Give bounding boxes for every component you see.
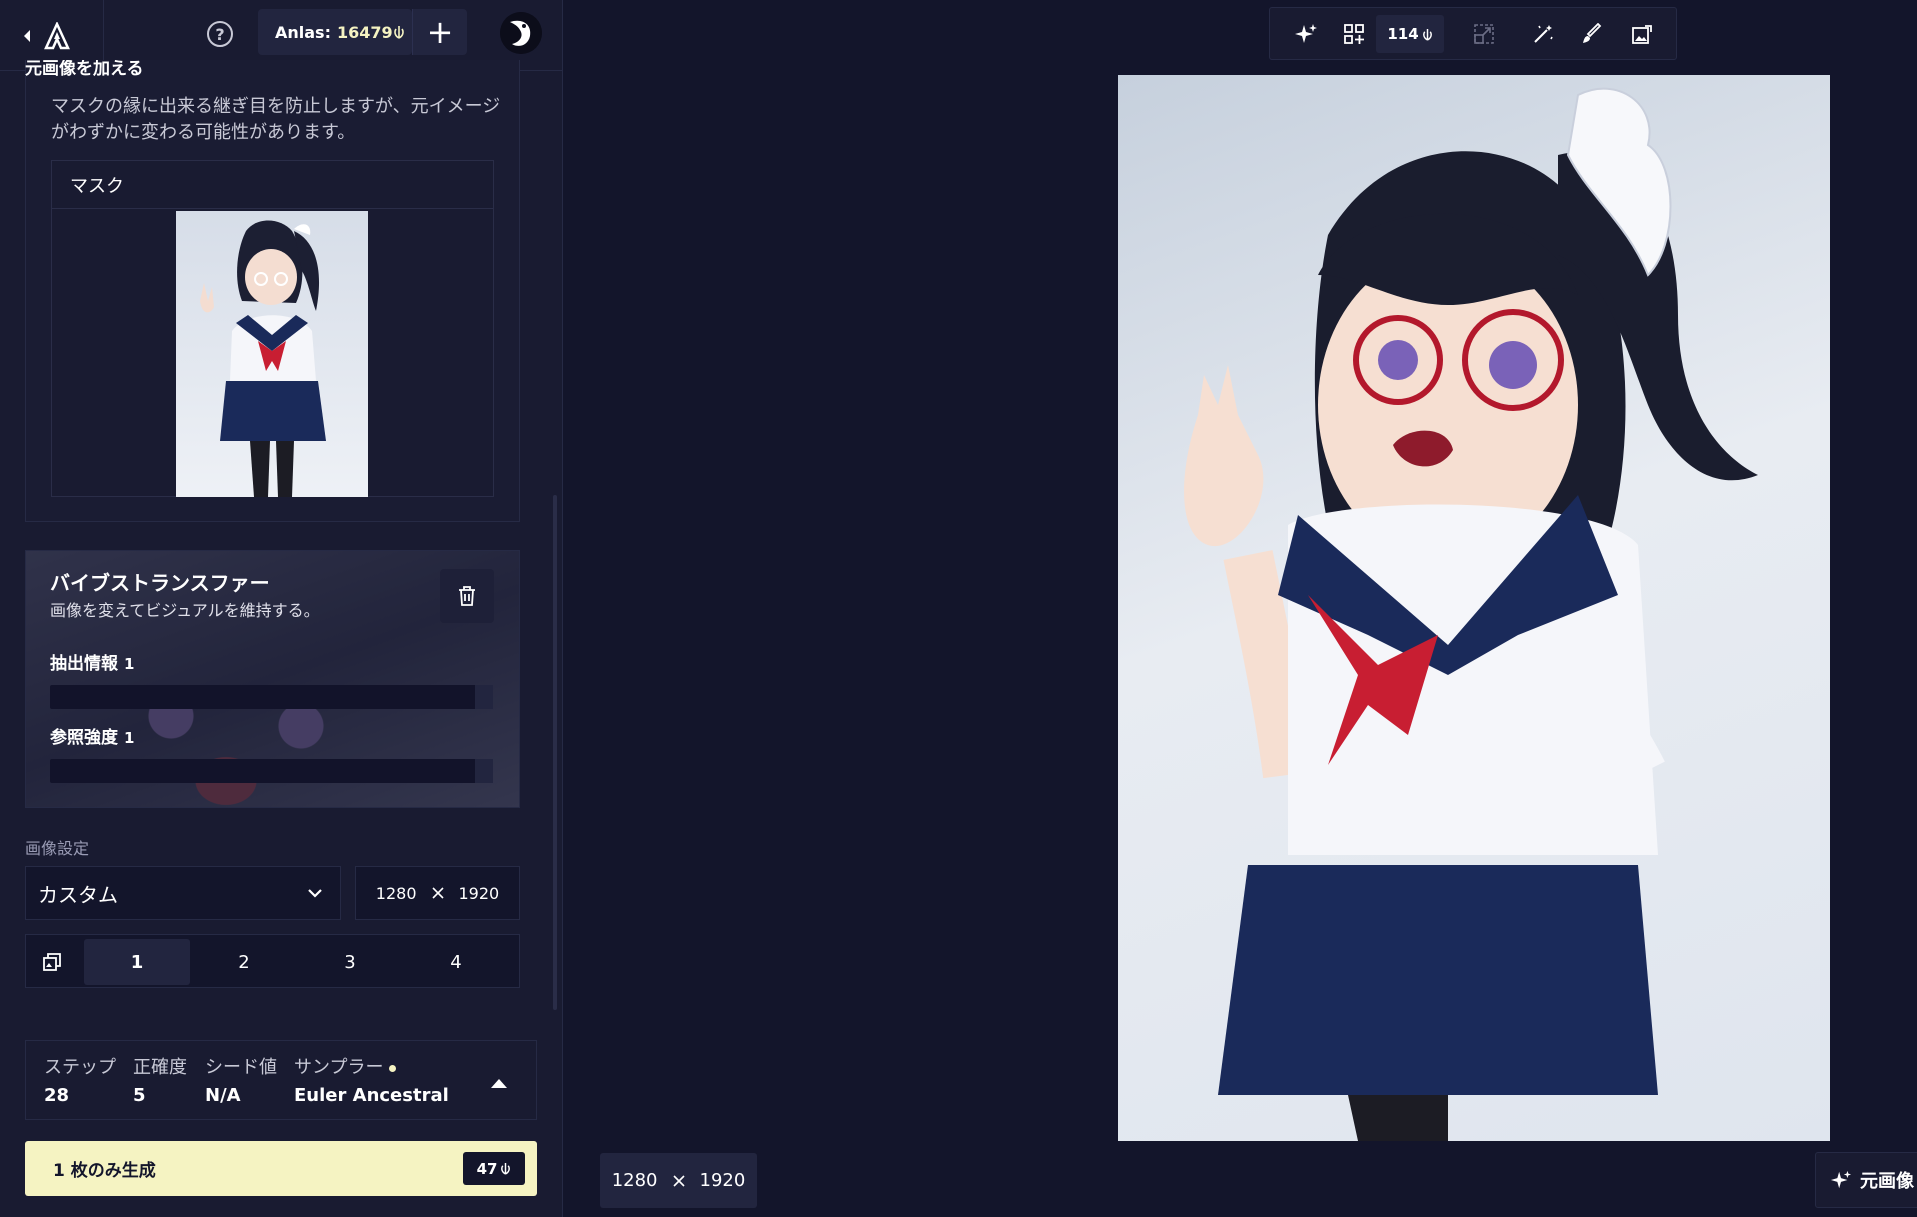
edit-image-button[interactable] bbox=[1628, 20, 1656, 48]
image-toolbar: 114 bbox=[1269, 7, 1677, 60]
svg-text:?: ? bbox=[215, 25, 224, 44]
magic-wand-icon bbox=[1534, 25, 1553, 43]
toolbar-cost: 114 bbox=[1376, 15, 1444, 53]
mask-description: マスクの縁に出来る継ぎ目を防止しますが、元イメージがわずかに変わる可能性がありま… bbox=[51, 96, 501, 143]
vibe-transfer-panel: バイブストランスファー 画像を変えてビジュアルを維持する。 抽出情報 1 参照強度… bbox=[25, 550, 520, 808]
image-count-selector: 1 2 3 4 bbox=[25, 934, 520, 988]
count-option-2[interactable]: 2 bbox=[191, 939, 297, 985]
sparkle-icon bbox=[1295, 24, 1317, 43]
sparkle-icon bbox=[1830, 1170, 1852, 1189]
mask-thumbnail[interactable] bbox=[176, 211, 368, 497]
help-icon[interactable]: ? bbox=[204, 18, 236, 50]
upscale-icon bbox=[1474, 24, 1494, 44]
slider-handle[interactable] bbox=[475, 685, 493, 709]
trash-icon bbox=[459, 586, 475, 606]
image-edit-icon bbox=[1632, 25, 1652, 44]
generate-cost: 47 bbox=[463, 1152, 525, 1185]
anlas-icon bbox=[393, 26, 404, 39]
sidebar: ? Anlas: 16479 + マスクの縁に出来る継ぎ目を防止しますが、元イメ… bbox=[0, 0, 563, 1217]
height-value[interactable]: 1920 bbox=[459, 884, 500, 903]
mask-box: マスク bbox=[51, 160, 494, 497]
reference-strength-slider[interactable] bbox=[50, 759, 493, 783]
count-option-1[interactable]: 1 bbox=[84, 939, 190, 985]
images-stack-icon bbox=[43, 953, 61, 971]
sampler-indicator-dot bbox=[389, 1064, 397, 1072]
caret-up-icon[interactable] bbox=[490, 1077, 508, 1089]
magic-edit-button[interactable] bbox=[1529, 20, 1557, 48]
anlas-icon bbox=[1422, 28, 1432, 41]
chevron-down-icon bbox=[308, 889, 322, 898]
seed-param: シード値 N/A bbox=[205, 1057, 277, 1106]
anlas-balance: Anlas: 16479 bbox=[258, 9, 412, 55]
vibe-transfer-title: バイブストランスファー bbox=[50, 571, 270, 595]
add-original-image-panel: マスクの縁に出来る継ぎ目を防止しますが、元イメージがわずかに変わる可能性がありま… bbox=[25, 60, 520, 522]
times-icon bbox=[431, 887, 444, 899]
use-as-base-button[interactable]: 元画像 bbox=[1815, 1152, 1917, 1208]
generate-button[interactable]: 1 枚のみ生成 47 bbox=[25, 1141, 537, 1196]
count-option-4[interactable]: 4 bbox=[403, 939, 509, 985]
generated-image[interactable] bbox=[1118, 75, 1830, 1141]
vibe-transfer-description: 画像を変えてビジュアルを維持する。 bbox=[50, 601, 320, 620]
grid-plus-icon bbox=[1344, 24, 1364, 44]
use-as-base-label: 元画像 bbox=[1860, 1171, 1914, 1192]
count-option-3[interactable]: 3 bbox=[297, 939, 403, 985]
sidebar-scrollbar[interactable] bbox=[553, 495, 557, 1010]
generate-label: 1 枚のみ生成 bbox=[53, 1161, 156, 1181]
reference-strength-label: 参照強度 1 bbox=[50, 728, 135, 748]
anlas-icon bbox=[501, 1163, 511, 1175]
novelai-logo-icon[interactable] bbox=[44, 21, 70, 50]
preset-value: カスタム bbox=[38, 882, 118, 907]
collapse-arrow-icon[interactable] bbox=[22, 29, 32, 43]
canvas-height: 1920 bbox=[699, 1170, 746, 1191]
info-extracted-slider[interactable] bbox=[50, 685, 493, 709]
info-extracted-label: 抽出情報 1 bbox=[50, 654, 135, 674]
brush-icon bbox=[1583, 23, 1602, 43]
sampler-param: サンプラー Euler Ancestral bbox=[294, 1057, 449, 1106]
anlas-label: Anlas: bbox=[275, 22, 331, 42]
width-value[interactable]: 1280 bbox=[376, 884, 417, 903]
canvas-width: 1280 bbox=[611, 1170, 658, 1191]
enhance-button[interactable] bbox=[1292, 20, 1320, 48]
steps-param: ステップ 28 bbox=[44, 1057, 116, 1106]
mask-label: マスク bbox=[52, 161, 493, 209]
mask-title: 元画像を加える bbox=[25, 60, 144, 79]
size-preset-select[interactable]: カスタム bbox=[25, 866, 341, 920]
delete-vibe-button[interactable] bbox=[440, 569, 494, 623]
buy-anlas-button[interactable]: + bbox=[412, 9, 467, 55]
generation-params[interactable]: ステップ 28 正確度 5 シード値 N/A サンプラー Euler Ances… bbox=[25, 1040, 537, 1120]
avatar[interactable] bbox=[500, 12, 542, 54]
anlas-value: 16479 bbox=[336, 22, 393, 42]
inpaint-button[interactable] bbox=[1578, 20, 1606, 48]
guidance-param: 正確度 5 bbox=[133, 1057, 187, 1106]
slider-handle[interactable] bbox=[475, 759, 493, 783]
times-icon bbox=[672, 1174, 685, 1187]
canvas-dimensions: 1280 1920 bbox=[600, 1153, 757, 1208]
dimensions-field[interactable]: 1280 1920 bbox=[355, 866, 520, 920]
variations-button[interactable] bbox=[1340, 20, 1368, 48]
image-settings-label: 画像設定 bbox=[25, 839, 90, 858]
upscale-button[interactable] bbox=[1470, 20, 1498, 48]
